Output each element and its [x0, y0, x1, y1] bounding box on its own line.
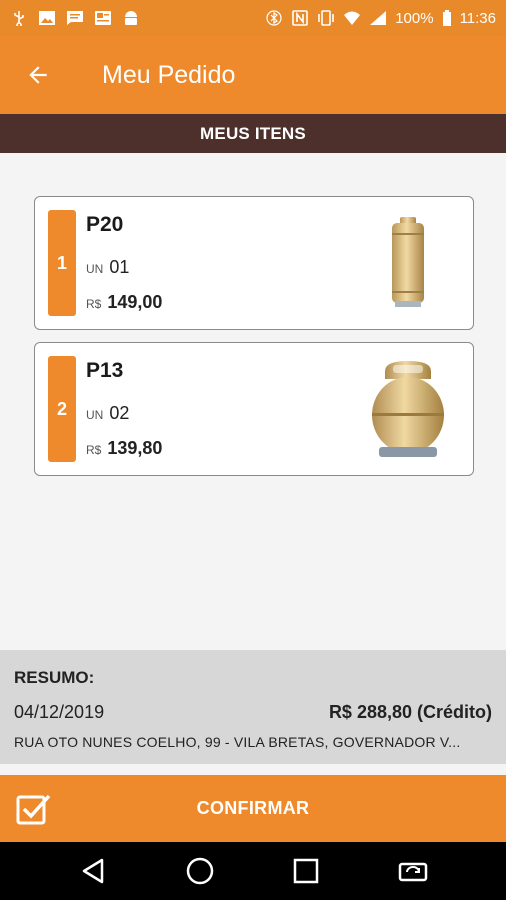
summary-address: RUA OTO NUNES COELHO, 99 - VILA BRETAS, … [14, 734, 461, 750]
android-icon [122, 10, 140, 26]
price-value: 149,00 [107, 292, 163, 312]
nav-recents-button[interactable] [286, 851, 326, 891]
battery-icon [442, 10, 452, 26]
order-item-card[interactable]: 1 P20 UN 01 R$ 149,00 [34, 196, 474, 330]
items-list: 1 P20 UN 01 R$ 149,00 2 P13 UN 02 R$ 139… [34, 196, 474, 488]
quantity-label: UN [86, 408, 104, 422]
price-value: 139,80 [107, 438, 163, 458]
quantity-value: 02 [109, 403, 130, 423]
quantity-value: 01 [109, 257, 130, 277]
item-index: 1 [48, 210, 76, 316]
app-bar: Meu Pedido [0, 36, 506, 114]
quantity-label: UN [86, 262, 104, 276]
recents-square-icon [294, 858, 319, 884]
summary-date: 04/12/2019 [14, 702, 105, 722]
gas-cylinder-tall-image [361, 209, 455, 317]
confirm-label: CONFIRMAR [196, 798, 310, 818]
back-button[interactable] [0, 36, 76, 114]
nav-home-button[interactable] [180, 851, 220, 891]
checkbox-check-icon [16, 794, 51, 825]
summary-total: R$ 288,80 (Crédito) [328, 702, 492, 722]
confirm-button[interactable]: CONFIRMAR [0, 775, 506, 842]
back-triangle-icon [83, 858, 104, 884]
status-right-icons: 100% 11:36 [265, 10, 496, 27]
status-time: 11:36 [459, 9, 496, 27]
item-name: P13 [86, 359, 124, 382]
item-price-row: R$ 139,80 [86, 438, 162, 459]
item-quantity-row: UN 01 [86, 257, 129, 278]
message-icon [66, 10, 84, 26]
gas-cylinder-round-image [361, 355, 455, 463]
signal-icon [369, 10, 387, 26]
system-nav-bar [0, 842, 506, 900]
battery-percent: 100% [395, 9, 434, 27]
rotate-icon [398, 862, 427, 882]
vibrate-icon [317, 10, 335, 26]
order-item-card[interactable]: 2 P13 UN 02 R$ 139,80 [34, 342, 474, 476]
item-index: 2 [48, 356, 76, 462]
image-icon [38, 10, 56, 26]
status-bar: 100% 11:36 [0, 0, 506, 36]
item-quantity-row: UN 02 [86, 403, 129, 424]
page-title: Meu Pedido [102, 60, 236, 89]
nav-rotate-button[interactable] [393, 851, 433, 891]
item-price-row: R$ 149,00 [86, 292, 162, 313]
usb-icon [10, 10, 28, 26]
section-header: MEUS ITENS [0, 114, 506, 153]
status-left-icons [10, 10, 140, 26]
summary-title: RESUMO: [14, 668, 95, 687]
bluetooth-icon [265, 10, 283, 26]
arrow-left-icon [29, 66, 47, 84]
news-icon [94, 10, 112, 26]
order-summary: RESUMO: 04/12/2019 R$ 288,80 (Crédito) R… [0, 650, 506, 764]
home-circle-icon [186, 857, 213, 885]
currency-label: R$ [86, 297, 102, 311]
item-name: P20 [86, 213, 124, 236]
wifi-icon [343, 10, 361, 26]
nfc-icon [291, 10, 309, 26]
currency-label: R$ [86, 443, 102, 457]
nav-back-button[interactable] [73, 851, 113, 891]
